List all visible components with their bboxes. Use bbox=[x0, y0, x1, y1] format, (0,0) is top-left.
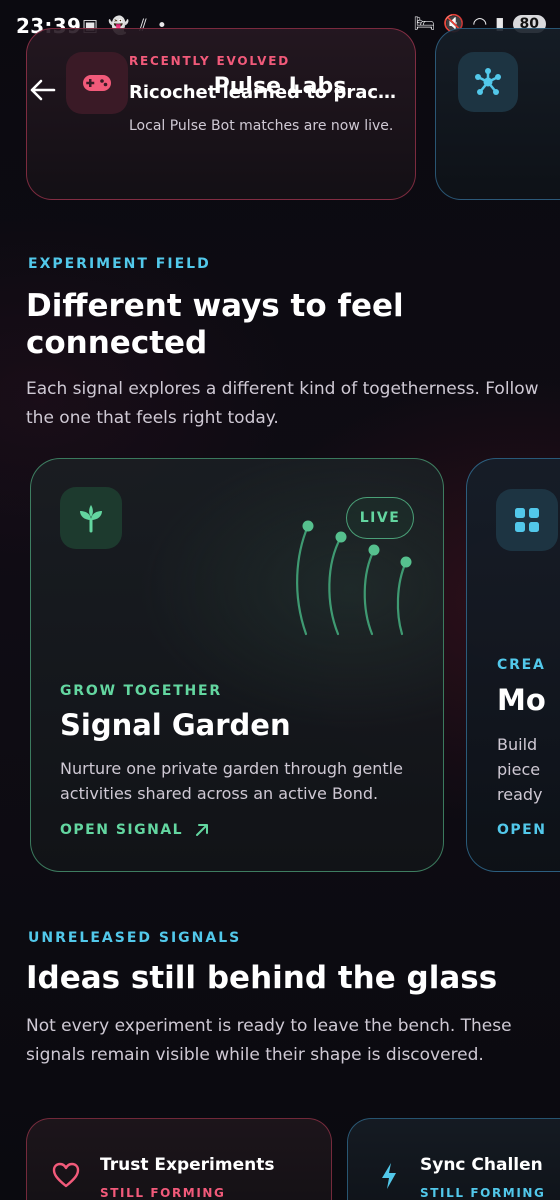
back-button[interactable] bbox=[22, 70, 62, 110]
lightning-icon bbox=[380, 1162, 398, 1194]
garden-description: Nurture one private garden through gentl… bbox=[60, 759, 403, 803]
live-badge: LIVE bbox=[346, 497, 414, 539]
sync-card-status: STILL FORMING bbox=[420, 1186, 546, 1200]
gamepad-icon bbox=[66, 52, 128, 114]
network-icon bbox=[458, 52, 518, 112]
garden-kicker: GROW TOGETHER bbox=[60, 683, 223, 699]
unreleased-title: Ideas still behind the glass bbox=[26, 960, 498, 996]
next-card-open-link[interactable]: OPEN bbox=[497, 822, 546, 838]
experiment-field-title: Different ways to feel connected bbox=[26, 288, 404, 361]
open-signal-label: OPEN SIGNAL bbox=[60, 822, 184, 838]
heart-icon bbox=[52, 1162, 80, 1192]
sleep-icon: 🛏 bbox=[413, 14, 436, 34]
unreleased-description: Not every experiment is ready to leave t… bbox=[26, 1016, 512, 1065]
next-card-kicker: CREA bbox=[497, 657, 546, 673]
next-card-desc-line: Build bbox=[497, 735, 538, 754]
unreleased-kicker: UNRELEASED SIGNALS bbox=[28, 930, 242, 946]
next-card-title: Mo bbox=[497, 683, 546, 717]
arrow-left-icon bbox=[30, 79, 56, 101]
evolved-description: Local Pulse Bot matches are now live. bbox=[129, 118, 394, 134]
sync-card-title: Sync Challen bbox=[420, 1155, 543, 1175]
next-card-desc-line: piece bbox=[497, 760, 541, 779]
trust-card-status: STILL FORMING bbox=[100, 1186, 226, 1200]
experiment-field-kicker: EXPERIMENT FIELD bbox=[28, 256, 211, 272]
page: 23:39 ▣ 👻 ⫽ • 🛏 🔇 ◠ ▮ 80 RECENTLY EVOLVE… bbox=[0, 0, 560, 1200]
evolved-kicker: RECENTLY EVOLVED bbox=[129, 54, 291, 68]
evolved-title: Ricochet learned to practice bbox=[129, 82, 399, 103]
trust-card-title: Trust Experiments bbox=[100, 1155, 275, 1175]
sprout-icon bbox=[60, 487, 122, 549]
next-card-description: Build piece ready bbox=[497, 732, 559, 807]
grid-icon bbox=[496, 489, 558, 551]
open-signal-link[interactable]: OPEN SIGNAL bbox=[60, 822, 209, 838]
experiment-field-description: Each signal explores a different kind of… bbox=[26, 379, 539, 428]
arrow-up-right-icon bbox=[196, 824, 209, 836]
garden-title: Signal Garden bbox=[60, 708, 291, 742]
next-card-desc-line: ready bbox=[497, 785, 543, 804]
